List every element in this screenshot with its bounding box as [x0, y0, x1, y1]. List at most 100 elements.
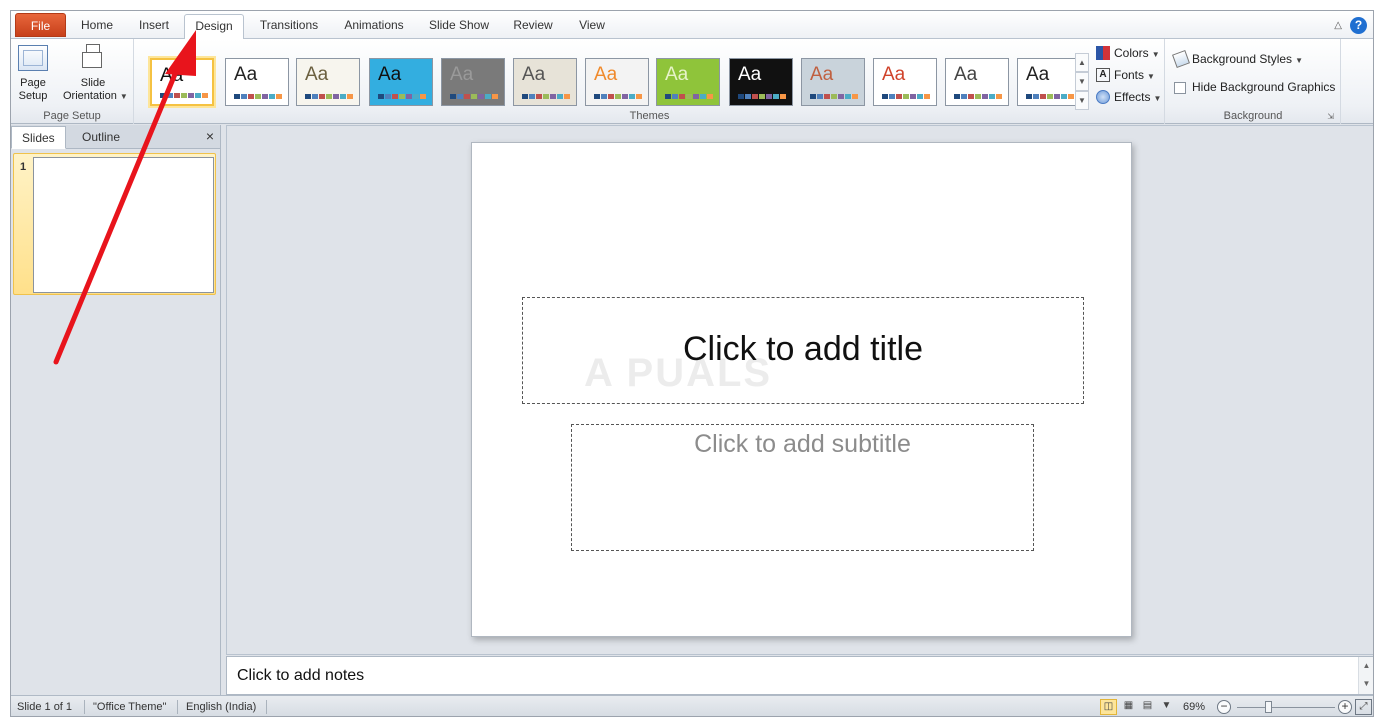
- language-indicator[interactable]: English (India): [186, 701, 256, 713]
- notes-pane[interactable]: Click to add notes ▲ ▼: [226, 656, 1373, 695]
- theme-color-swatches: [954, 94, 1002, 99]
- theme-thumbnail[interactable]: Aa: [150, 58, 214, 106]
- help-icon[interactable]: ?: [1350, 17, 1367, 34]
- theme-sample-text: Aa: [160, 65, 184, 86]
- fonts-button[interactable]: A Fonts ▼: [1096, 65, 1155, 85]
- panel-tabs: Slides Outline ×: [11, 125, 220, 149]
- tab-slides[interactable]: Slides: [11, 126, 66, 149]
- theme-color-swatches: [738, 94, 786, 99]
- themes-group: Aa Aa Aa Aa Aa Aa Aa Aa Aa Aa Aa Aa Aa ▲ ▼ ▼ Colors ▼…: [135, 39, 1165, 124]
- theme-color-swatches: [665, 94, 713, 99]
- notes-scrollbar[interactable]: ▲ ▼: [1358, 657, 1373, 694]
- theme-thumbnail[interactable]: Aa: [513, 58, 577, 106]
- theme-sample-text: Aa: [234, 64, 258, 85]
- theme-color-swatches: [378, 94, 426, 99]
- background-styles-button[interactable]: Background Styles ▼: [1172, 49, 1303, 69]
- dropdown-arrow-icon: ▼: [1147, 72, 1155, 81]
- slide-thumbnail[interactable]: [33, 157, 214, 293]
- gallery-scroll-down-icon[interactable]: ▼: [1075, 72, 1089, 91]
- slide-thumbnail-selected[interactable]: 1: [13, 153, 216, 295]
- tab-review[interactable]: Review: [505, 14, 561, 39]
- theme-thumbnail[interactable]: Aa: [585, 58, 649, 106]
- status-bar: Slide 1 of 1 "Office Theme" English (Ind…: [11, 695, 1373, 716]
- theme-thumbnail[interactable]: Aa: [945, 58, 1009, 106]
- theme-thumbnail[interactable]: Aa: [873, 58, 937, 106]
- theme-color-swatches: [160, 93, 208, 98]
- zoom-out-icon[interactable]: −: [1217, 700, 1231, 714]
- effects-label: Effects: [1114, 90, 1151, 104]
- reading-view-icon[interactable]: ▤: [1139, 699, 1156, 715]
- zoom-slider-track[interactable]: [1237, 707, 1335, 708]
- tab-animations[interactable]: Animations: [335, 14, 413, 39]
- hide-background-graphics-checkbox[interactable]: Hide Background Graphics: [1174, 77, 1335, 97]
- colors-label: Colors: [1114, 46, 1149, 60]
- tab-view[interactable]: View: [568, 14, 616, 39]
- theme-sample-text: Aa: [378, 64, 402, 85]
- slide-show-view-icon[interactable]: ▼: [1158, 699, 1175, 715]
- subtitle-placeholder[interactable]: Click to add subtitle: [571, 424, 1034, 551]
- tab-outline[interactable]: Outline: [72, 126, 130, 149]
- fit-slide-icon[interactable]: ⤢: [1355, 699, 1372, 715]
- theme-sample-text: Aa: [305, 64, 329, 85]
- checkbox-icon[interactable]: [1174, 81, 1186, 94]
- subtitle-placeholder-text: Click to add subtitle: [694, 430, 911, 458]
- theme-thumbnail[interactable]: Aa: [441, 58, 505, 106]
- zoom-level[interactable]: 69%: [1183, 701, 1205, 713]
- zoom-in-icon[interactable]: +: [1338, 700, 1352, 714]
- themes-group-label: Themes: [629, 110, 670, 122]
- slide-orientation-label: Slide Orientation ▼: [63, 77, 128, 102]
- theme-thumbnail[interactable]: Aa: [369, 58, 433, 106]
- tab-file[interactable]: File: [15, 13, 66, 37]
- theme-color-swatches: [882, 94, 930, 99]
- page-setup-button[interactable]: Page Setup: [13, 42, 53, 103]
- title-placeholder-text: Click to add title: [683, 330, 923, 368]
- slide-sorter-view-icon[interactable]: ▦: [1120, 699, 1137, 715]
- dialog-launcher-icon[interactable]: ⇲: [1327, 112, 1334, 121]
- slide-number: 1: [20, 161, 27, 173]
- tab-transitions[interactable]: Transitions: [249, 14, 329, 39]
- gallery-scroll-up-icon[interactable]: ▲: [1075, 53, 1089, 72]
- page-setup-group-label: Page Setup: [43, 110, 101, 122]
- effects-button[interactable]: Effects ▼: [1096, 87, 1161, 107]
- theme-thumbnail[interactable]: Aa: [225, 58, 289, 106]
- theme-thumbnail[interactable]: Aa: [656, 58, 720, 106]
- theme-sample-text: Aa: [522, 64, 546, 85]
- theme-sample-text: Aa: [665, 64, 689, 85]
- minimize-ribbon-icon[interactable]: △: [1334, 20, 1342, 31]
- title-placeholder[interactable]: Click to add title: [522, 297, 1084, 404]
- theme-color-swatches: [594, 94, 642, 99]
- tab-home[interactable]: Home: [72, 14, 122, 39]
- theme-color-swatches: [305, 94, 353, 99]
- theme-thumbnail[interactable]: Aa: [801, 58, 865, 106]
- page-setup-label: Page Setup: [18, 77, 48, 102]
- theme-thumbnail[interactable]: Aa: [296, 58, 360, 106]
- design-ribbon: Page Setup Slide Orientation ▼ Page Setup…: [11, 39, 1373, 124]
- fonts-label: Fonts: [1114, 68, 1145, 82]
- slide-canvas[interactable]: A PUALS Click to add title Click to add …: [471, 142, 1132, 637]
- slide-orientation-icon: [78, 44, 108, 72]
- theme-name[interactable]: "Office Theme": [93, 701, 166, 713]
- normal-view-icon[interactable]: ◫: [1100, 699, 1117, 715]
- colors-button[interactable]: Colors ▼: [1096, 43, 1160, 63]
- theme-sample-text: Aa: [738, 64, 762, 85]
- slide-counter: Slide 1 of 1: [17, 701, 73, 713]
- powerpoint-window: File Home Insert Design Transitions Anim…: [10, 10, 1374, 717]
- theme-thumbnail[interactable]: Aa: [729, 58, 793, 106]
- tab-design[interactable]: Design: [184, 14, 244, 40]
- gallery-more-icon[interactable]: ▼: [1075, 91, 1089, 110]
- notes-placeholder: Click to add notes: [237, 667, 365, 684]
- background-styles-label: Background Styles: [1192, 52, 1293, 66]
- tab-insert[interactable]: Insert: [128, 14, 180, 39]
- tab-slide-show[interactable]: Slide Show: [421, 14, 497, 39]
- hide-background-graphics-label: Hide Background Graphics: [1192, 80, 1336, 94]
- theme-color-swatches: [522, 94, 570, 99]
- close-icon[interactable]: ×: [206, 128, 214, 144]
- themes-gallery-scroll: ▲ ▼ ▼: [1075, 53, 1089, 111]
- slide-orientation-button[interactable]: Slide Orientation ▼: [55, 42, 131, 103]
- theme-color-swatches: [1026, 94, 1074, 99]
- paint-bucket-icon: [1172, 49, 1190, 68]
- theme-thumbnail[interactable]: Aa: [1017, 58, 1081, 106]
- zoom-slider-thumb[interactable]: [1265, 701, 1273, 713]
- slide-editing-area: A PUALS Click to add title Click to add …: [226, 125, 1373, 655]
- theme-color-swatches: [450, 94, 498, 99]
